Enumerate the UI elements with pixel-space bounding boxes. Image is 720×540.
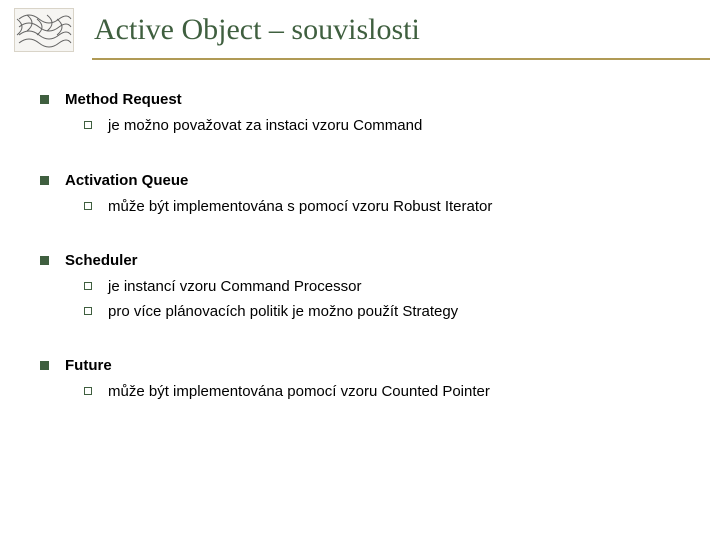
section: Activation Queue může být implementována…: [40, 171, 680, 218]
section-heading: Scheduler: [65, 251, 138, 271]
section-heading: Method Request: [65, 90, 182, 110]
list-item: Method Request: [40, 90, 680, 110]
slide-title: Active Object – souvislosti: [94, 13, 420, 47]
list-item-text: je instancí vzoru Command Processor: [108, 277, 361, 297]
hollow-square-bullet-icon: [84, 121, 92, 129]
square-bullet-icon: [40, 95, 49, 104]
square-bullet-icon: [40, 361, 49, 370]
section-heading: Future: [65, 356, 112, 376]
square-bullet-icon: [40, 256, 49, 265]
list-item: pro více plánovacích politik je možno po…: [84, 302, 680, 322]
hollow-square-bullet-icon: [84, 202, 92, 210]
list-item: je možno považovat za instaci vzoru Comm…: [84, 116, 680, 136]
list-item: Future: [40, 356, 680, 376]
list-item: může být implementována s pomocí vzoru R…: [84, 197, 680, 217]
hollow-square-bullet-icon: [84, 307, 92, 315]
slide-header: Active Object – souvislosti: [0, 0, 720, 56]
slide-body: Method Request je možno považovat za ins…: [0, 60, 720, 402]
square-bullet-icon: [40, 176, 49, 185]
decorative-knot-icon: [14, 8, 74, 52]
list-item: Scheduler: [40, 251, 680, 271]
hollow-square-bullet-icon: [84, 282, 92, 290]
list-item: může být implementována pomocí vzoru Cou…: [84, 382, 680, 402]
hollow-square-bullet-icon: [84, 387, 92, 395]
section: Method Request je možno považovat za ins…: [40, 90, 680, 137]
list-item: je instancí vzoru Command Processor: [84, 277, 680, 297]
list-item-text: může být implementována s pomocí vzoru R…: [108, 197, 492, 217]
list-item-text: pro více plánovacích politik je možno po…: [108, 302, 458, 322]
list-item-text: je možno považovat za instaci vzoru Comm…: [108, 116, 422, 136]
list-item-text: může být implementována pomocí vzoru Cou…: [108, 382, 490, 402]
list-item: Activation Queue: [40, 171, 680, 191]
section: Future může být implementována pomocí vz…: [40, 356, 680, 403]
section: Scheduler je instancí vzoru Command Proc…: [40, 251, 680, 322]
section-heading: Activation Queue: [65, 171, 188, 191]
